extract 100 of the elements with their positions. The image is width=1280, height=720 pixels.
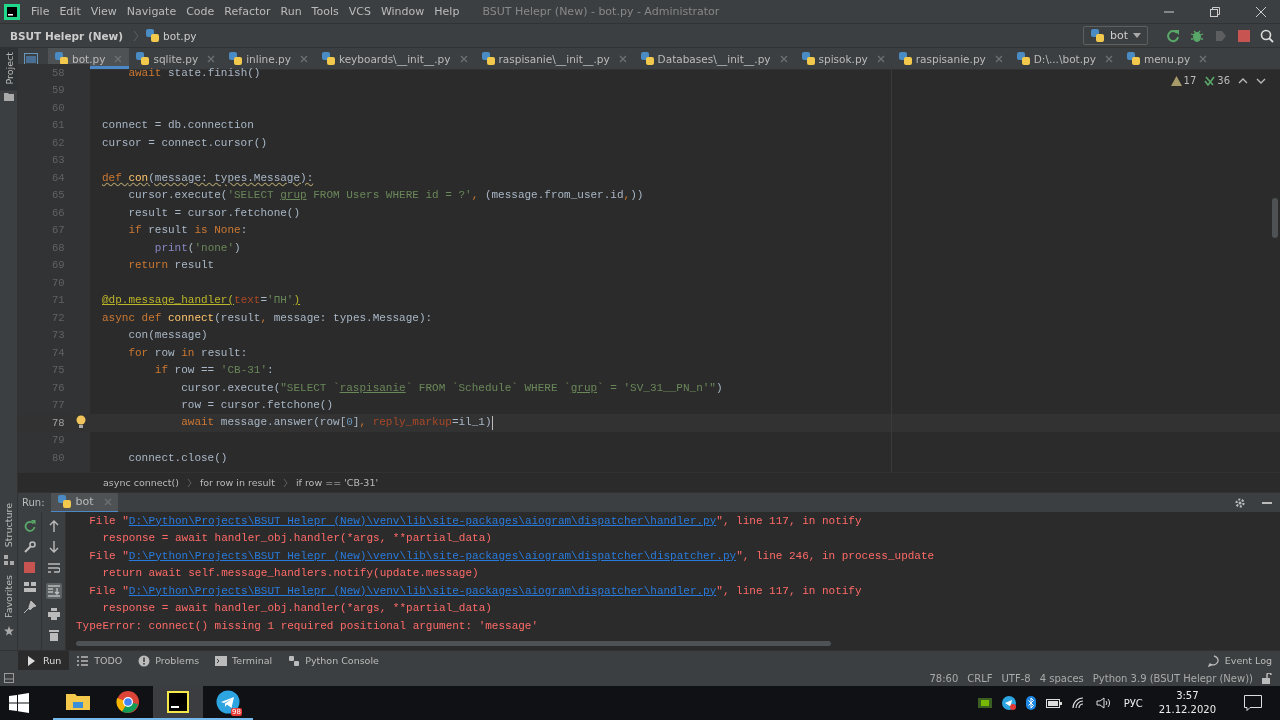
breadcrumb-item[interactable]: if row == 'CB-31' [295, 477, 379, 488]
menu-item[interactable]: Run [275, 5, 307, 18]
rerun-icon[interactable] [23, 520, 36, 532]
breadcrumb-item[interactable]: async connect() [103, 477, 179, 488]
lock-icon[interactable] [1262, 672, 1272, 684]
editor-tab[interactable]: Databases\__init__.py [633, 48, 795, 69]
menu-item[interactable]: Tools [306, 5, 344, 18]
run-config-dropdown[interactable]: bot [1082, 26, 1148, 45]
code-line: connect = db.connection [102, 119, 254, 132]
search-icon[interactable] [1260, 28, 1274, 43]
gpu-icon[interactable] [977, 698, 992, 708]
menu-item[interactable]: View [85, 5, 122, 18]
editor-tab[interactable]: raspisanie\__init__.py [474, 48, 634, 69]
status-item[interactable]: Python 3.9 (BSUT Helepr (New)) [1092, 672, 1253, 684]
chevron-icon [133, 29, 140, 42]
status-item[interactable]: 78:60 [929, 672, 959, 684]
panel-title: Run: [22, 497, 45, 508]
menu-item[interactable]: Edit [54, 5, 86, 18]
breadcrumb-item[interactable]: for row in result [199, 477, 275, 488]
code-line: connect.close() [127, 451, 228, 464]
editor-tab[interactable]: raspisanie.py [891, 48, 1010, 69]
editor-tab[interactable]: spisok.py [794, 48, 892, 69]
status-item[interactable]: UTF-8 [1001, 672, 1031, 684]
notification-icon[interactable] [1244, 695, 1262, 711]
editor-tab[interactable]: sqlite.py [129, 48, 223, 69]
clock-time[interactable]: 3:57 [1176, 689, 1199, 703]
chevron-down-icon[interactable] [1256, 77, 1266, 84]
speaker-icon[interactable] [1095, 697, 1112, 709]
tool-window-tab[interactable]: Project [0, 48, 18, 91]
menu-item[interactable]: Help [429, 5, 465, 18]
menu-item[interactable]: Navigate [121, 5, 182, 18]
console-line: return await self.message_handlers.notify(update.message) [101, 566, 480, 582]
bluetooth-icon[interactable] [1025, 696, 1036, 710]
lightbulb-icon[interactable] [76, 415, 86, 428]
file-link[interactable]: D:\Python\Projects\BSUT Helepr (New)\venv\lib\site-packages\aiogram\dispatcher\handler.py [128, 514, 717, 527]
stop-icon[interactable] [1238, 29, 1250, 42]
scrollbar-thumb[interactable] [76, 641, 831, 646]
soft-wrap-icon[interactable] [47, 562, 60, 574]
warning-count[interactable]: 17 [1170, 75, 1197, 86]
tool-tab[interactable]: Run [18, 651, 70, 670]
editor-tab[interactable]: menu.py [1119, 48, 1215, 69]
file-link[interactable]: D:\Python\Projects\BSUT Helepr (New)\venv\lib\site-packages\aiogram\dispatcher\handler.py [128, 584, 717, 597]
project-crumb[interactable]: BSUT Helepr (New) [10, 29, 124, 42]
rerun-icon[interactable] [1166, 28, 1180, 43]
chevron-up-icon[interactable] [1238, 77, 1248, 84]
pin-icon[interactable] [23, 601, 36, 613]
arrow-up-icon[interactable] [48, 520, 59, 532]
tool-tab[interactable]: Python Console [280, 651, 387, 670]
editor-tab[interactable]: D:\...\bot.py [1009, 48, 1120, 69]
file-icon [320, 51, 336, 66]
bug-icon[interactable] [1190, 28, 1204, 43]
menu-item[interactable]: Refactor [219, 5, 276, 18]
code-line: @dp.message_handler(text='ПН') [102, 294, 301, 307]
info-icon [138, 654, 151, 667]
arrow-down-icon[interactable] [48, 541, 59, 553]
battery-icon[interactable] [1045, 698, 1062, 708]
event-log-button[interactable]: Event Log [1199, 651, 1280, 670]
editor-tab[interactable]: inline.py [222, 48, 315, 69]
tool-tab[interactable]: Problems [130, 651, 208, 670]
settings-icon[interactable] [1234, 496, 1246, 509]
restore-icon[interactable] [1210, 6, 1220, 17]
minimize-icon[interactable] [1262, 501, 1272, 504]
weak-warning-count[interactable]: 36 [1204, 75, 1230, 86]
file-link[interactable]: D:\Python\Projects\BSUT Helepr (New)\venv\lib\site-packages\aiogram\dispatcher\dispatcher.py [128, 549, 737, 562]
tool-window-tab[interactable]: Structure [3, 498, 14, 554]
taskbar-app[interactable] [153, 686, 203, 720]
status-item[interactable]: 4 spaces [1039, 672, 1084, 684]
trash-icon[interactable] [48, 629, 59, 641]
window-icon[interactable] [24, 52, 38, 65]
menu-item[interactable]: VCS [343, 5, 376, 18]
clock-date[interactable]: 21.12.2020 [1158, 703, 1216, 717]
tool-tab[interactable]: Terminal [207, 651, 281, 670]
printer-icon[interactable] [47, 608, 60, 620]
layout-icon[interactable] [23, 582, 36, 592]
wrench-icon[interactable] [23, 541, 36, 553]
windows-logo-icon[interactable] [9, 693, 29, 713]
menu-item[interactable]: Code [181, 5, 220, 18]
paper-plane-icon[interactable] [1001, 696, 1016, 710]
console-line: TypeError: connect() missing 1 required positional argument: 'message' [76, 618, 540, 634]
menu-item[interactable]: Window [375, 5, 430, 18]
wifi-icon[interactable] [1071, 697, 1086, 709]
tool-tab[interactable]: TODO [69, 651, 131, 670]
console-tab[interactable]: bot [50, 492, 118, 513]
terminal-icon [215, 654, 228, 667]
file-crumb[interactable]: bot.py [163, 29, 197, 42]
ide-app-icon [166, 690, 190, 714]
list-icon [77, 654, 90, 667]
editor-tab[interactable]: keyboards\__init__.py [314, 48, 475, 69]
chrome-icon [116, 690, 140, 714]
menu-item[interactable]: File [26, 5, 55, 18]
console-line: File "D:\Python\Projects\BSUT Helepr (New)\venv\lib\site-packages\aiogram\dispatcher\dispatcher.py", line 246, in process_update [88, 548, 936, 564]
tool-window-tab[interactable]: Favorites [3, 571, 14, 624]
panel-toggle-icon[interactable] [4, 673, 14, 683]
language-indicator[interactable]: РУС [1123, 697, 1143, 709]
file-icon [1125, 51, 1141, 66]
status-item[interactable]: CRLF [967, 672, 993, 684]
scroll-to-end-button[interactable] [45, 583, 62, 599]
code-line: cursor.execute('SELECT grup FROM Users WHERE id = ?', (message.from_user.id,)) [127, 189, 644, 202]
speech-bubble-icon [1207, 654, 1220, 667]
scrollbar-thumb[interactable] [1272, 198, 1278, 238]
